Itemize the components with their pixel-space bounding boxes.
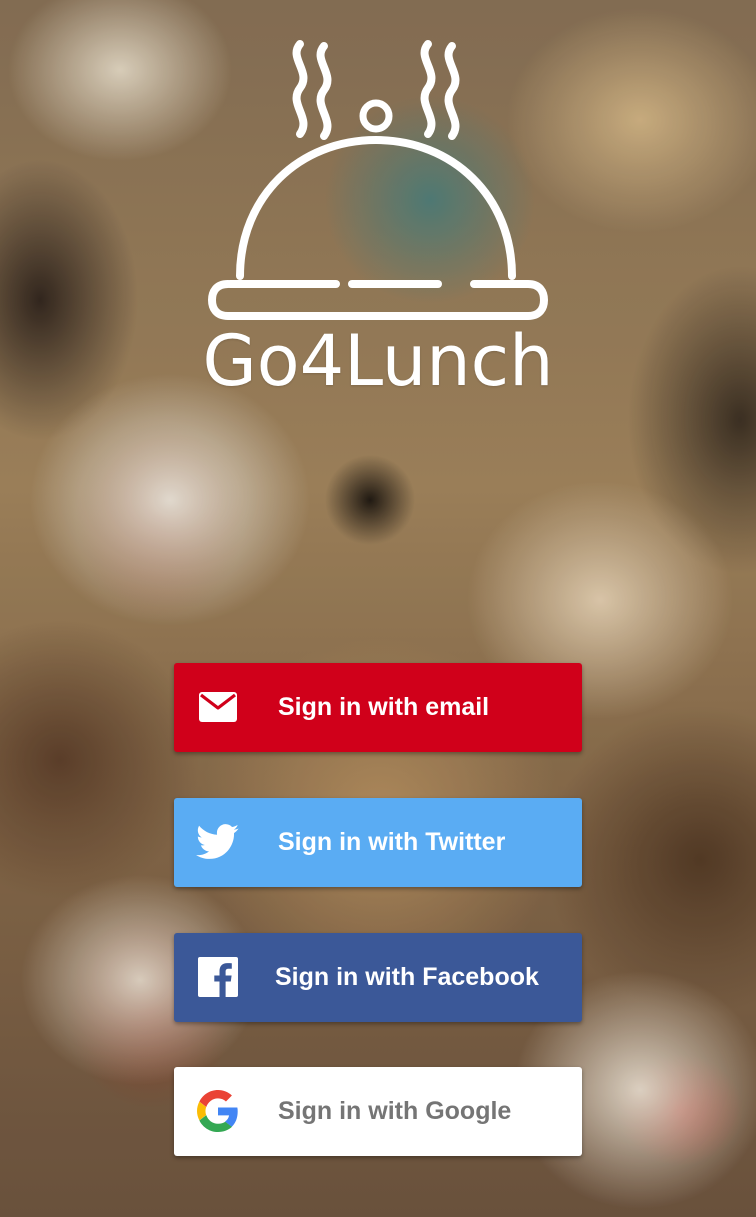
sign-in-facebook-button[interactable]: Sign in with Facebook bbox=[174, 933, 582, 1022]
app-title: Go4Lunch bbox=[202, 320, 554, 402]
google-icon bbox=[196, 1089, 240, 1133]
sign-in-email-button[interactable]: Sign in with email bbox=[174, 663, 582, 752]
mail-icon bbox=[196, 685, 240, 729]
sign-in-facebook-label: Sign in with Facebook bbox=[275, 963, 539, 991]
sign-in-google-button[interactable]: Sign in with Google bbox=[174, 1067, 582, 1156]
sign-in-twitter-label: Sign in with Twitter bbox=[278, 828, 506, 856]
sign-in-twitter-button[interactable]: Sign in with Twitter bbox=[174, 798, 582, 887]
twitter-icon bbox=[196, 820, 240, 864]
sign-in-google-label: Sign in with Google bbox=[278, 1097, 512, 1125]
sign-in-email-label: Sign in with email bbox=[278, 693, 490, 721]
facebook-icon bbox=[196, 955, 240, 999]
cloche-logo-icon bbox=[200, 36, 556, 336]
